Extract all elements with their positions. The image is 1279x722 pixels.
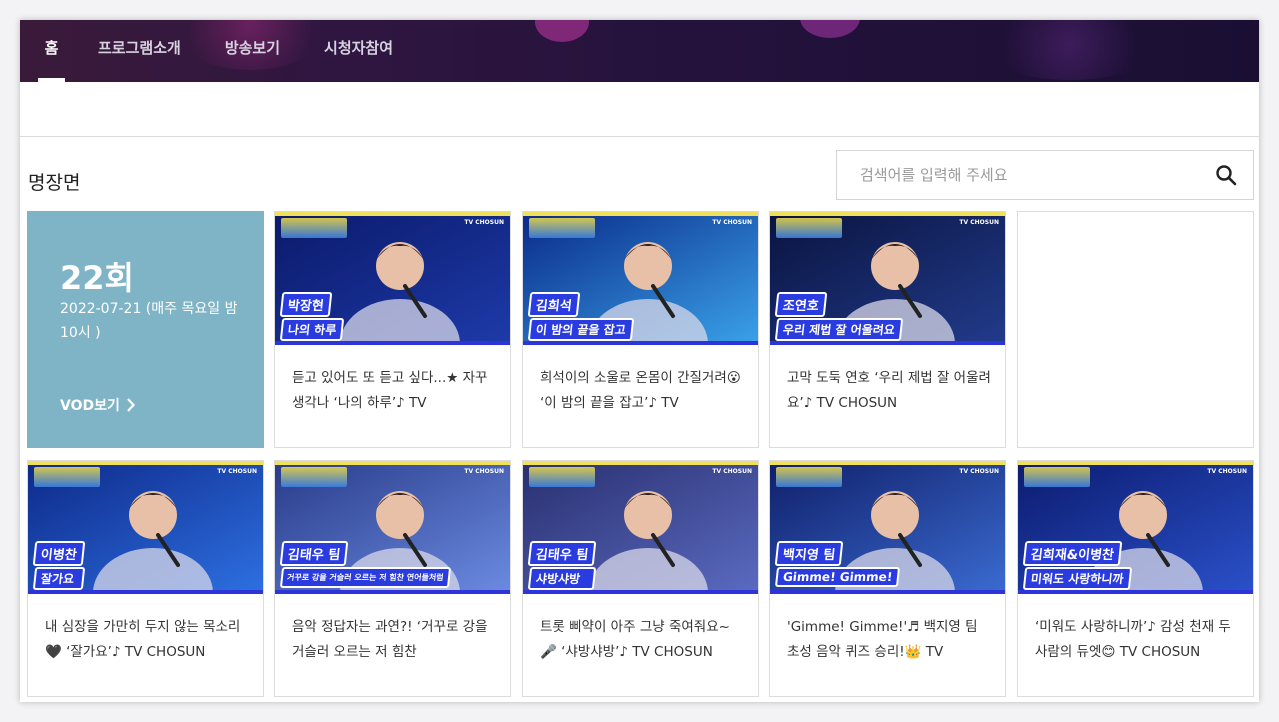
clip-card[interactable]: TV CHOSUN 김희석 이 밤의 끝을 잡고희석이의 소울로 온몸이 간질거려😮…: [522, 211, 759, 448]
vod-link[interactable]: VOD보기: [60, 395, 135, 415]
divider: [20, 136, 1259, 137]
vod-label: VOD보기: [60, 398, 120, 414]
episode-number: 22회: [60, 259, 134, 297]
clip-thumbnail[interactable]: TV CHOSUN 박장현 나의 하루: [275, 212, 510, 345]
episode-card: 22회 2022-07-21 (매주 목요일 밤 10시 ) VOD보기: [27, 211, 264, 448]
search-box: [836, 150, 1254, 200]
tv-chosun-logo: TV CHOSUN: [464, 468, 504, 475]
episode-date: 2022-07-21 (매주 목요일 밤 10시 ): [60, 301, 238, 341]
clip-caption[interactable]: 듣고 있어도 또 듣고 싶다...★ 자꾸 생각나 ‘나의 하루’♪ TV: [292, 366, 497, 416]
clip-thumbnail[interactable]: TV CHOSUN 이병찬 잘가요: [28, 461, 263, 594]
clip-caption[interactable]: 음악 정답자는 과연?! ‘거꾸로 강을 거슬러 오르는 저 힘찬: [292, 615, 497, 665]
clip-thumbnail[interactable]: TV CHOSUN 조연호 우리 제법 잘 어울려요: [770, 212, 1005, 345]
nav-menu: 홈 프로그램소개 방송보기 시청자참여: [20, 20, 393, 82]
name-tag: 김태우 팀 샤방샤방: [527, 541, 597, 590]
clip-card-empty: [1017, 211, 1254, 448]
scoreboard-graphic: [34, 467, 100, 487]
name-tag: 김희석 이 밤의 끝을 잡고: [527, 292, 635, 341]
scoreboard-graphic: [281, 218, 347, 238]
clip-caption[interactable]: 고막 도둑 연호 ‘우리 제법 잘 어울려요’♪ TV CHOSUN: [787, 366, 992, 416]
tv-chosun-logo: TV CHOSUN: [217, 468, 257, 475]
top-nav: 홈 프로그램소개 방송보기 시청자참여: [20, 20, 1259, 82]
song-title: 이 밤의 끝을 잡고: [527, 318, 635, 341]
clip-caption[interactable]: 트롯 삐약이 아주 그냥 죽여줘요~🎤 ‘샤방샤방’♪ TV CHOSUN: [540, 615, 745, 665]
page-frame: 홈 프로그램소개 방송보기 시청자참여 명장면 22회 2022-07-21 (…: [20, 20, 1259, 702]
name-tag: 조연호 우리 제법 잘 어울려요: [774, 292, 904, 341]
singer-name: 김태우 팀: [527, 541, 597, 566]
clip-card[interactable]: TV CHOSUN 김희재&이병찬 미워도 사랑하니까 ‘미워도 사랑하니까’♪ 감성…: [1017, 460, 1254, 697]
song-title: 미워도 사랑하니까: [1022, 567, 1132, 590]
singer-name: 박장현: [279, 292, 333, 317]
nav-item-viewer-participation[interactable]: 시청자참여: [324, 20, 393, 82]
clip-thumbnail[interactable]: TV CHOSUN 김태우 팀 샤방샤방: [523, 461, 758, 594]
song-title: 나의 하루: [279, 318, 345, 341]
tv-chosun-logo: TV CHOSUN: [1207, 468, 1247, 475]
singer-name: 김희재&이병찬: [1022, 541, 1123, 566]
section-title: 명장면: [28, 172, 81, 194]
search-input[interactable]: [837, 151, 1207, 199]
tv-chosun-logo: TV CHOSUN: [959, 219, 999, 226]
clip-card[interactable]: TV CHOSUN 조연호 우리 제법 잘 어울려요고막 도둑 연호 ‘우리 제법 …: [769, 211, 1006, 448]
clip-thumbnail[interactable]: TV CHOSUN 김태우 팀 거꾸로 강을 거슬러 오르는 저 힘찬 연어들처럼: [275, 461, 510, 594]
singer-name: 백지영 팀: [774, 541, 844, 566]
singer-name: 조연호: [774, 292, 828, 317]
name-tag: 백지영 팀 Gimme! Gimme!: [774, 541, 901, 587]
nav-decoration: [800, 20, 860, 38]
clip-card[interactable]: TV CHOSUN 백지영 팀 Gimme! Gimme! 'Gimme! Gimme…: [769, 460, 1006, 697]
clip-caption[interactable]: 내 심장을 가만히 두지 않는 목소리🖤 ‘잘가요’♪ TV CHOSUN: [45, 615, 250, 665]
name-tag: 이병찬 잘가요: [32, 541, 86, 590]
tv-chosun-logo: TV CHOSUN: [712, 468, 752, 475]
scoreboard-graphic: [281, 467, 347, 487]
clip-caption[interactable]: 'Gimme! Gimme!'♬ 백지영 팀 초성 음악 퀴즈 승리!👑 TV: [787, 615, 992, 665]
singer-name: 김희석: [527, 292, 581, 317]
song-title: 잘가요: [32, 567, 86, 590]
search-icon[interactable]: [1215, 164, 1237, 186]
scoreboard-graphic: [1024, 467, 1090, 487]
singer-name: 김태우 팀: [279, 541, 349, 566]
song-title: Gimme! Gimme!: [774, 567, 901, 587]
clip-card[interactable]: TV CHOSUN 김태우 팀 거꾸로 강을 거슬러 오르는 저 힘찬 연어들처럼음…: [274, 460, 511, 697]
clip-caption[interactable]: 희석이의 소울로 온몸이 간질거려😮 ‘이 밤의 끝을 잡고’♪ TV: [540, 366, 745, 416]
singer-name: 이병찬: [32, 541, 86, 566]
nav-decoration: [980, 20, 1160, 80]
clip-card[interactable]: TV CHOSUN 이병찬 잘가요내 심장을 가만히 두지 않는 목소리🖤 ‘잘가요…: [27, 460, 264, 697]
scoreboard-graphic: [529, 467, 595, 487]
clip-thumbnail[interactable]: TV CHOSUN 김희재&이병찬 미워도 사랑하니까: [1018, 461, 1253, 594]
name-tag: 김희재&이병찬 미워도 사랑하니까: [1022, 541, 1132, 590]
nav-item-program-info[interactable]: 프로그램소개: [98, 20, 181, 82]
clip-card[interactable]: TV CHOSUN 김태우 팀 샤방샤방트롯 삐약이 아주 그냥 죽여줘요~🎤 ‘샤…: [522, 460, 759, 697]
nav-item-home[interactable]: 홈: [38, 20, 65, 82]
tv-chosun-logo: TV CHOSUN: [712, 219, 752, 226]
clip-card[interactable]: TV CHOSUN 박장현 나의 하루듣고 있어도 또 듣고 싶다...★ 자꾸 생…: [274, 211, 511, 448]
chevron-right-icon: [127, 398, 135, 412]
name-tag: 김태우 팀 거꾸로 강을 거슬러 오르는 저 힘찬 연어들처럼: [279, 541, 451, 588]
nav-decoration: [535, 20, 589, 42]
scoreboard-graphic: [529, 218, 595, 238]
scoreboard-graphic: [776, 467, 842, 487]
nav-item-broadcast[interactable]: 방송보기: [225, 20, 280, 82]
clip-thumbnail[interactable]: TV CHOSUN 백지영 팀 Gimme! Gimme!: [770, 461, 1005, 594]
tv-chosun-logo: TV CHOSUN: [959, 468, 999, 475]
scoreboard-graphic: [776, 218, 842, 238]
name-tag: 박장현 나의 하루: [279, 292, 345, 341]
clip-thumbnail[interactable]: TV CHOSUN 김희석 이 밤의 끝을 잡고: [523, 212, 758, 345]
song-title: 우리 제법 잘 어울려요: [774, 318, 904, 341]
tv-chosun-logo: TV CHOSUN: [464, 219, 504, 226]
clip-caption[interactable]: ‘미워도 사랑하니까’♪ 감성 천재 두 사람의 듀엣😊 TV CHOSUN: [1035, 615, 1240, 665]
song-title: 거꾸로 강을 거슬러 오르는 저 힘찬 연어들처럼: [279, 567, 451, 588]
song-title: 샤방샤방: [527, 567, 597, 590]
